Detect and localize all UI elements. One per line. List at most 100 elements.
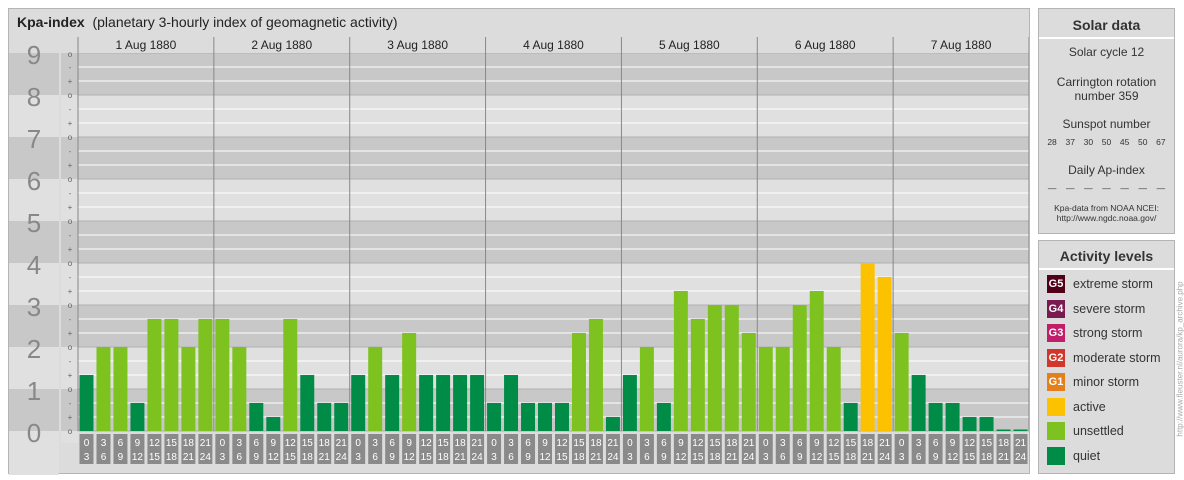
legend-swatch	[1047, 397, 1065, 416]
interval-end: 21	[319, 452, 331, 463]
interval-start: 21	[336, 438, 348, 449]
legend-label: minor storm	[1073, 375, 1139, 389]
interval-start: 18	[862, 438, 874, 449]
interval-end: 15	[421, 452, 433, 463]
y-third-label: +	[68, 245, 73, 254]
kp-bar	[521, 402, 536, 431]
y-third-label: +	[68, 161, 73, 170]
legend-swatch: G3	[1047, 324, 1065, 342]
interval-end: 3	[627, 452, 633, 463]
interval-end: 18	[845, 452, 857, 463]
interval-end: 9	[254, 452, 260, 463]
interval-end: 15	[556, 452, 568, 463]
interval-end: 12	[947, 452, 959, 463]
interval-end: 3	[491, 452, 497, 463]
y-third-label: o	[68, 91, 73, 100]
kp-bar	[334, 402, 349, 431]
legend-swatch	[1047, 422, 1065, 440]
y-third-label: -	[69, 189, 72, 198]
kp-bar	[504, 375, 519, 431]
y-third-band	[61, 179, 78, 221]
sunspot-value: 37	[1065, 137, 1075, 147]
y-third-band	[61, 305, 78, 347]
interval-start: 21	[200, 438, 212, 449]
interval-end: 24	[607, 452, 619, 463]
y-third-band	[61, 137, 78, 179]
sunspot-title: Sunspot number	[1062, 117, 1151, 131]
kp-bar	[588, 318, 603, 431]
interval-start: 21	[743, 438, 755, 449]
kp-bar	[470, 375, 485, 431]
band-row	[78, 53, 1029, 95]
interval-start: 15	[166, 438, 178, 449]
kpa-bar-chart: 0123456789o+-o+-o+-o+-o+-o+-o+-o+-o+-o1 …	[9, 37, 1029, 475]
interval-start: 15	[709, 438, 721, 449]
interval-end: 12	[268, 452, 280, 463]
ap-value: —	[1084, 183, 1093, 193]
interval-start: 12	[692, 438, 704, 449]
interval-end: 9	[933, 452, 939, 463]
kp-bar	[402, 333, 417, 431]
y-third-label: +	[68, 287, 73, 296]
interval-start: 3	[916, 438, 922, 449]
interval-start: 9	[135, 438, 141, 449]
interval-start: 3	[372, 438, 378, 449]
chart-subtitle: (planetary 3-hourly index of geomagnetic…	[92, 14, 398, 30]
day-label: 3 Aug 1880	[387, 38, 448, 52]
kpa-chart-panel: Kpa-index (planetary 3-hourly index of g…	[8, 8, 1030, 475]
interval-start: 15	[573, 438, 585, 449]
kp-bar	[945, 402, 960, 431]
legend-item: G4 severe storm	[1047, 299, 1146, 318]
ap-value: —	[1156, 183, 1166, 193]
sunspot-value: 50	[1101, 137, 1112, 147]
band-row	[78, 95, 1029, 137]
interval-end: 21	[862, 452, 874, 463]
interval-end: 24	[743, 452, 755, 463]
legend-swatch: G4	[1047, 299, 1065, 318]
kp-bar	[453, 375, 468, 431]
interval-end: 15	[149, 452, 161, 463]
y-third-label: -	[69, 147, 72, 156]
y-third-band	[61, 53, 78, 95]
ap-values: — — — — — — —	[1039, 183, 1174, 193]
interval-end: 3	[84, 452, 90, 463]
y-third-label: o	[68, 133, 73, 142]
y-third-label: +	[68, 77, 73, 86]
kp-bar	[436, 375, 451, 431]
y-third-label: o	[68, 50, 73, 59]
interval-start: 18	[319, 438, 331, 449]
interval-end: 3	[355, 452, 361, 463]
interval-start: 9	[271, 438, 277, 449]
interval-start: 0	[220, 438, 226, 449]
y-third-band	[61, 263, 78, 305]
interval-start: 12	[421, 438, 433, 449]
band-row	[78, 179, 1029, 221]
credit-line1: Kpa-data from NOAA NCEI:	[1054, 203, 1159, 213]
day-label: 5 Aug 1880	[659, 38, 720, 52]
interval-start: 18	[590, 438, 602, 449]
solar-data-panel: Solar data Solar cycle 12 Carrington rot…	[1038, 8, 1175, 234]
solar-separator	[1039, 37, 1174, 39]
legend-item: G1 minor storm	[1047, 373, 1139, 391]
interval-end: 3	[899, 452, 905, 463]
kp-bar	[775, 347, 790, 431]
legend-label: severe storm	[1073, 301, 1146, 316]
interval-end: 24	[200, 452, 212, 463]
legend-label: extreme storm	[1073, 277, 1153, 291]
kp-bar	[979, 417, 994, 431]
ap-title: Daily Ap-index	[1068, 163, 1145, 177]
kp-bar	[198, 318, 213, 431]
interval-start: 3	[780, 438, 786, 449]
interval-end: 15	[828, 452, 840, 463]
kp-bar	[385, 375, 400, 431]
interval-end: 21	[726, 452, 738, 463]
y-tick-label: 3	[27, 292, 41, 322]
interval-start: 18	[183, 438, 195, 449]
interval-end: 3	[220, 452, 226, 463]
legend-label: active	[1073, 399, 1106, 414]
day-label: 2 Aug 1880	[251, 38, 312, 52]
y-third-band	[61, 95, 78, 137]
legend-swatch: G1	[1047, 373, 1065, 391]
ap-value: —	[1120, 183, 1129, 193]
interval-end: 6	[916, 452, 922, 463]
